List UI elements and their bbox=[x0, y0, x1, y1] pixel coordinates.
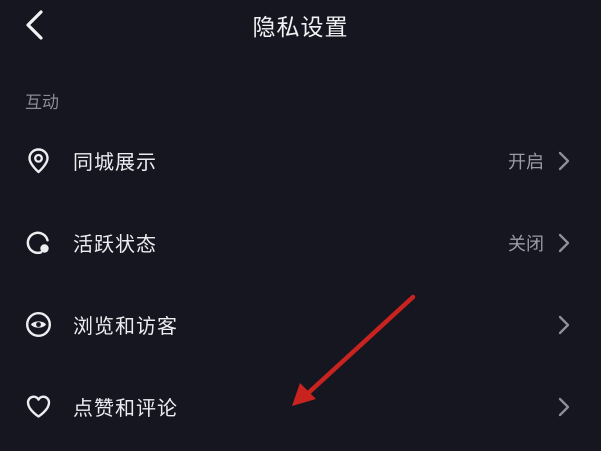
setting-row-likes-comments[interactable]: 点赞和评论 bbox=[0, 371, 601, 439]
setting-row-label: 浏览和访客 bbox=[73, 314, 178, 338]
setting-row-value: 开启 bbox=[508, 152, 544, 173]
chevron-right-icon bbox=[557, 315, 571, 335]
setting-row-activity-status[interactable]: 活跃状态 关闭 bbox=[0, 207, 601, 275]
setting-row-value: 关闭 bbox=[508, 234, 544, 255]
activity-status-icon bbox=[25, 229, 52, 256]
setting-row-label: 同城展示 bbox=[73, 150, 157, 174]
chevron-right-icon bbox=[557, 397, 571, 417]
setting-row-label: 点赞和评论 bbox=[73, 396, 178, 420]
location-pin-icon bbox=[25, 147, 52, 174]
setting-row-views-visitors[interactable]: 浏览和访客 bbox=[0, 289, 601, 357]
heart-icon bbox=[25, 393, 52, 420]
setting-row-local-display[interactable]: 同城展示 开启 bbox=[0, 125, 601, 193]
header-bar: 隐私设置 bbox=[0, 0, 601, 52]
chevron-right-icon bbox=[557, 151, 571, 171]
eye-icon bbox=[25, 311, 52, 338]
section-label-interaction: 互动 bbox=[25, 93, 59, 113]
page-title: 隐私设置 bbox=[252, 15, 349, 41]
chevron-right-icon bbox=[557, 233, 571, 253]
setting-row-label: 活跃状态 bbox=[73, 232, 157, 256]
